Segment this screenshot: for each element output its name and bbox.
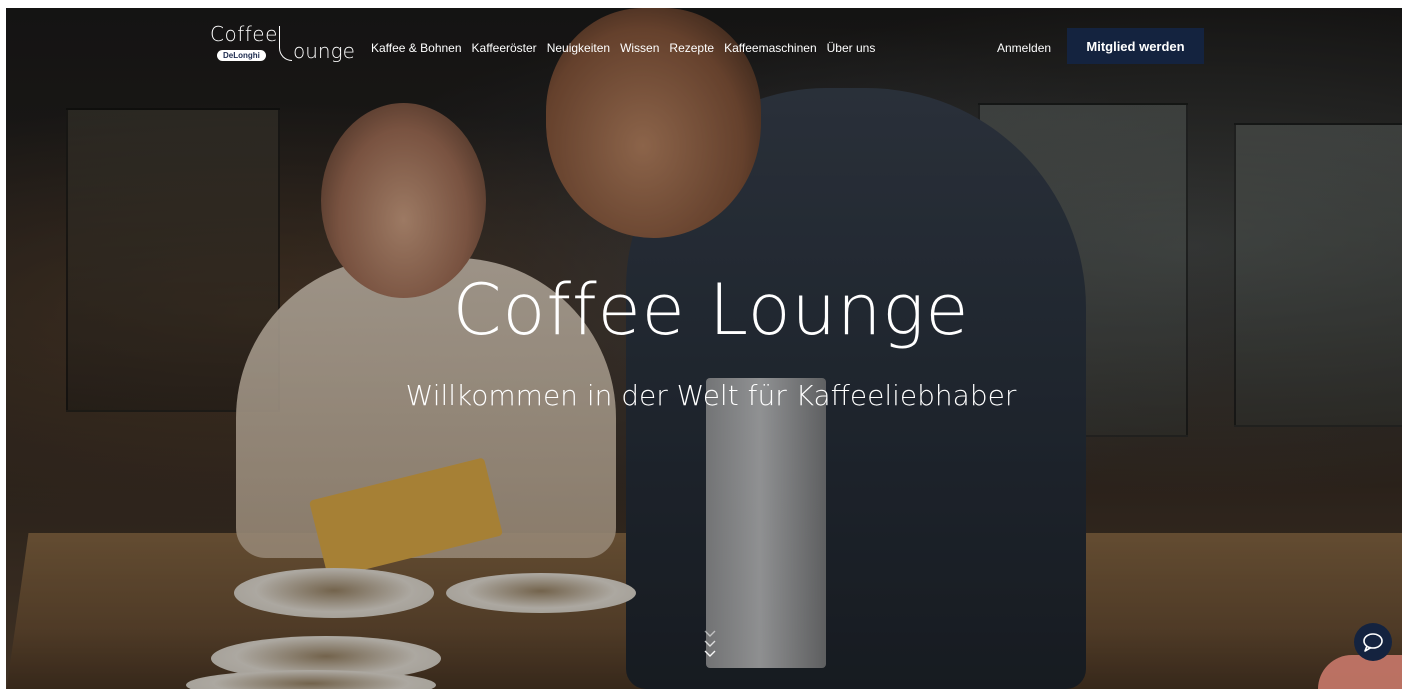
logo-bracket-l [279,26,292,61]
chat-button[interactable] [1354,623,1392,661]
nav-item-neuigkeiten[interactable]: Neuigkeiten [547,41,610,55]
login-link[interactable]: Anmelden [997,41,1051,55]
nav-item-kaffeeroester[interactable]: Kaffeeröster [472,41,537,55]
nav-item-ueber-uns[interactable]: Über uns [827,41,876,55]
page: Coffee ounge DeLonghi Kaffee & Bohnen Ka… [0,0,1407,689]
site-header: Coffee ounge DeLonghi Kaffee & Bohnen Ka… [0,8,1407,86]
nav-item-rezepte[interactable]: Rezepte [669,41,714,55]
chat-bubble-icon [1363,633,1383,652]
main-navigation: Kaffee & Bohnen Kaffeeröster Neuigkeiten… [371,41,875,55]
hero-title: Coffee Lounge [452,269,970,351]
nav-item-wissen[interactable]: Wissen [620,41,659,55]
delonghi-badge: DeLonghi [217,50,266,61]
nav-item-kaffee-bohnen[interactable]: Kaffee & Bohnen [371,41,462,55]
coffee-lounge-logo[interactable]: Coffee ounge DeLonghi [207,22,355,72]
chevron-down-icon[interactable] [702,628,718,662]
nav-item-kaffeemaschinen[interactable]: Kaffeemaschinen [724,41,817,55]
become-member-button[interactable]: Mitglied werden [1067,28,1204,64]
logo-text-coffee: Coffee [210,22,278,46]
logo-text-lounge: ounge [293,39,355,63]
hero-subtitle: Willkommen in der Welt für Kaffeeliebhab… [405,379,1017,412]
